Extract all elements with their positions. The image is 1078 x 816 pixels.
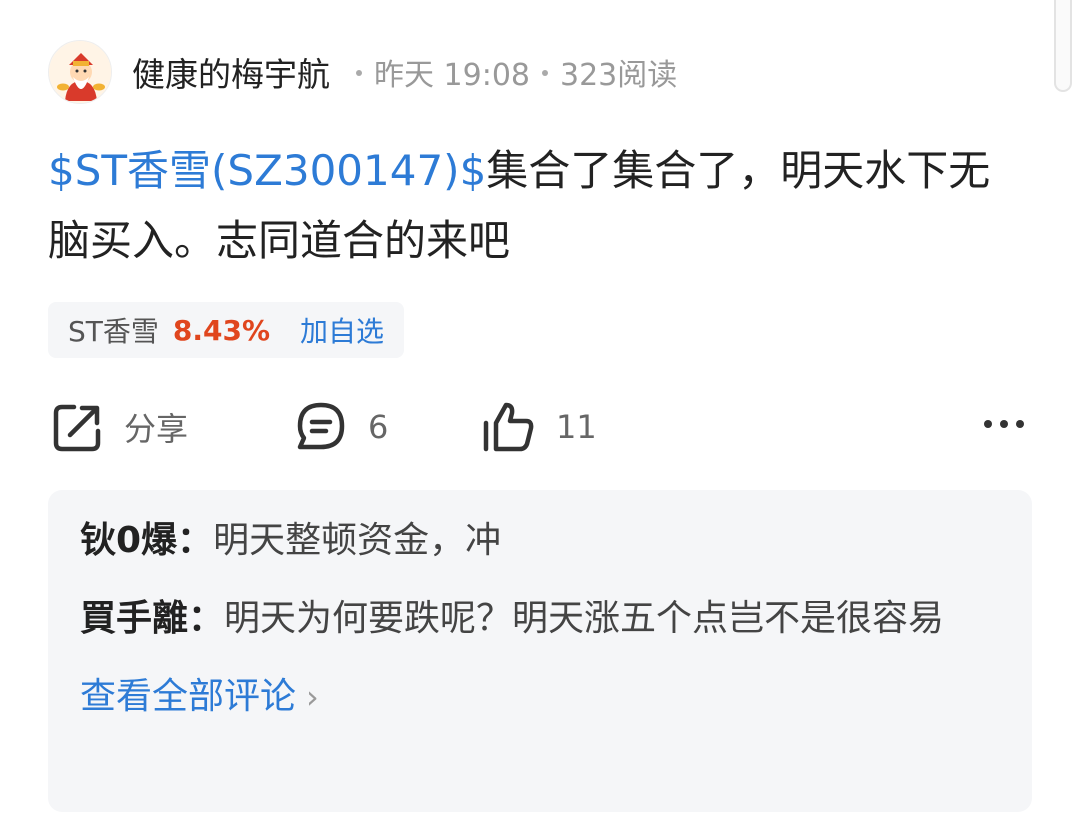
read-count: 323阅读 <box>560 58 678 93</box>
like-button[interactable]: 11 <box>480 398 597 456</box>
stock-tag-link[interactable]: $ST香雪(SZ300147)$ <box>48 146 486 195</box>
comment-text: 明天整顿资金，冲 <box>213 520 502 561</box>
more-icon[interactable] <box>984 420 1024 428</box>
scrollbar[interactable] <box>1054 0 1072 92</box>
share-icon <box>52 401 104 453</box>
comment-item[interactable]: 買手離：明天为何要跌呢？明天涨五个点岂不是很容易 <box>80 590 1000 648</box>
chevron-right-icon: › <box>306 678 319 716</box>
comment-author[interactable]: 買手離： <box>80 598 224 639</box>
comment-item[interactable]: 钬0爆：明天整顿资金，冲 <box>80 512 1000 570</box>
avatar[interactable] <box>48 40 112 104</box>
post-meta: 昨天 19:08 323阅读 <box>344 50 677 94</box>
separator-dot <box>356 70 362 76</box>
share-button[interactable]: 分享 <box>52 398 188 456</box>
post-body: $ST香雪(SZ300147)$集合了集合了，明天水下无脑买入。志同道合的来吧 <box>48 136 1028 276</box>
like-icon <box>480 399 536 455</box>
action-bar: 分享 6 11 <box>52 398 1028 456</box>
comment-preview[interactable]: 钬0爆：明天整顿资金，冲 買手離：明天为何要跌呢？明天涨五个点岂不是很容易 查看… <box>48 490 1032 812</box>
add-watchlist-button[interactable]: 加自选 <box>300 310 384 350</box>
separator-dot <box>542 70 548 76</box>
author-name[interactable]: 健康的梅宇航 <box>132 48 330 96</box>
comment-author[interactable]: 钬0爆： <box>80 520 213 561</box>
share-label: 分享 <box>124 410 189 448</box>
post-time: 昨天 19:08 <box>374 58 530 93</box>
like-count: 11 <box>556 408 597 446</box>
view-all-comments-link[interactable]: 查看全部评论 › <box>80 668 1000 726</box>
comment-button[interactable]: 6 <box>294 398 388 456</box>
comment-icon <box>294 400 348 454</box>
stock-chip-name: ST香雪 <box>68 315 159 348</box>
stock-chip[interactable]: ST香雪 8.43% 加自选 <box>48 302 405 358</box>
comment-count: 6 <box>368 408 389 446</box>
view-all-label: 查看全部评论 <box>80 676 297 717</box>
post-header: 健康的梅宇航 昨天 19:08 323阅读 <box>48 40 677 104</box>
comment-text: 明天为何要跌呢？明天涨五个点岂不是很容易 <box>224 598 945 639</box>
stock-chip-change: 8.43% <box>172 313 271 347</box>
